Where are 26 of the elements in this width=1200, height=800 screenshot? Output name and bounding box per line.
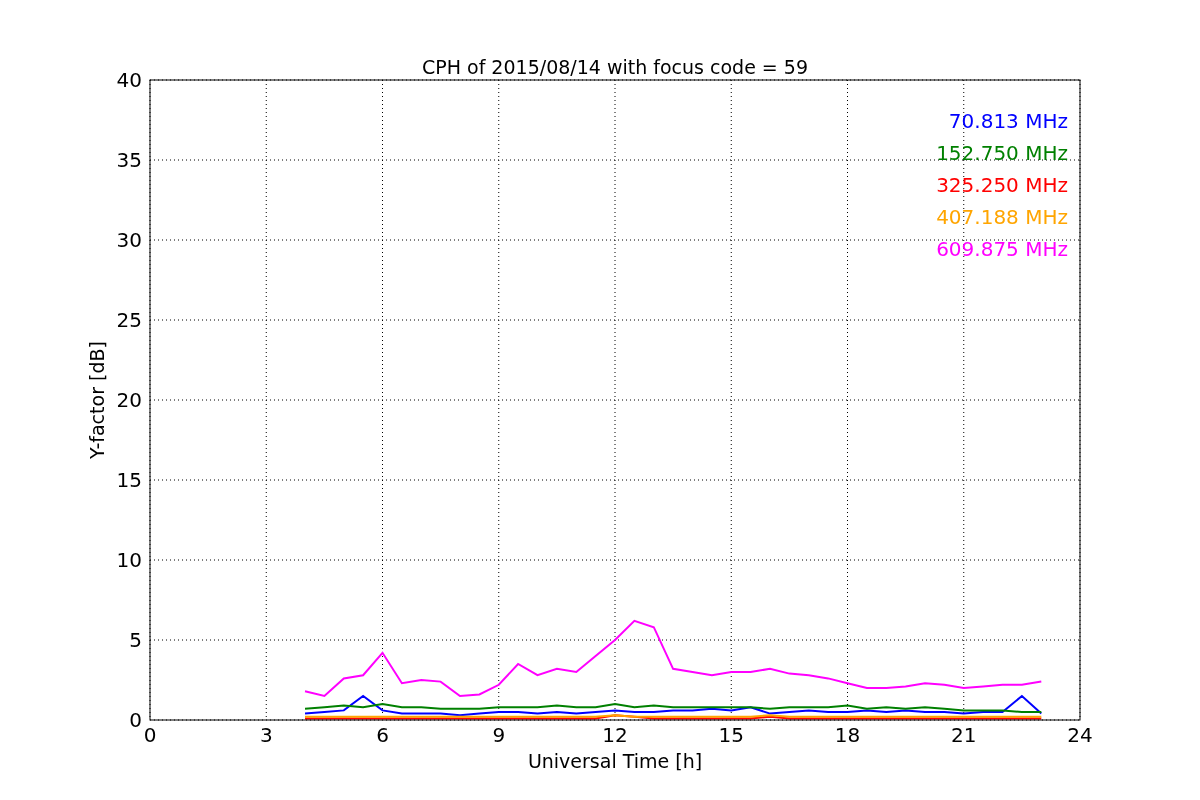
y-tick-label: 5 — [129, 628, 142, 652]
chart-title: CPH of 2015/08/14 with focus code = 59 — [422, 56, 808, 78]
x-tick-label: 9 — [492, 723, 506, 747]
x-tick-label: 6 — [376, 723, 389, 747]
y-tick-label: 15 — [116, 468, 142, 492]
x-axis-label: Universal Time [h] — [527, 750, 703, 772]
legend-label: 325.250 MHz — [936, 173, 1068, 197]
y-tick-label: 35 — [116, 148, 142, 172]
x-tick-label: 15 — [718, 723, 744, 747]
x-tick-label: 18 — [834, 723, 861, 747]
x-tick-label: 0 — [143, 723, 157, 747]
y-tick-label: 10 — [116, 548, 142, 572]
x-tick-label: 12 — [602, 723, 628, 747]
legend-label: 70.813 MHz — [948, 109, 1068, 133]
y-tick-label: 0 — [129, 708, 142, 732]
x-tick-label: 3 — [259, 723, 273, 747]
y-axis-label: Y-factor [dB] — [86, 341, 108, 459]
x-tick-label: 21 — [951, 723, 977, 747]
y-tick-label: 40 — [116, 68, 142, 92]
y-tick-label: 20 — [116, 388, 142, 412]
legend-label: 609.875 MHz — [936, 237, 1068, 261]
legend-label: 407.188 MHz — [936, 205, 1068, 229]
x-tick-label: 24 — [1067, 723, 1093, 747]
y-tick-label: 25 — [116, 308, 142, 332]
y-tick-label: 30 — [116, 228, 142, 252]
legend-label: 152.750 MHz — [936, 141, 1068, 165]
